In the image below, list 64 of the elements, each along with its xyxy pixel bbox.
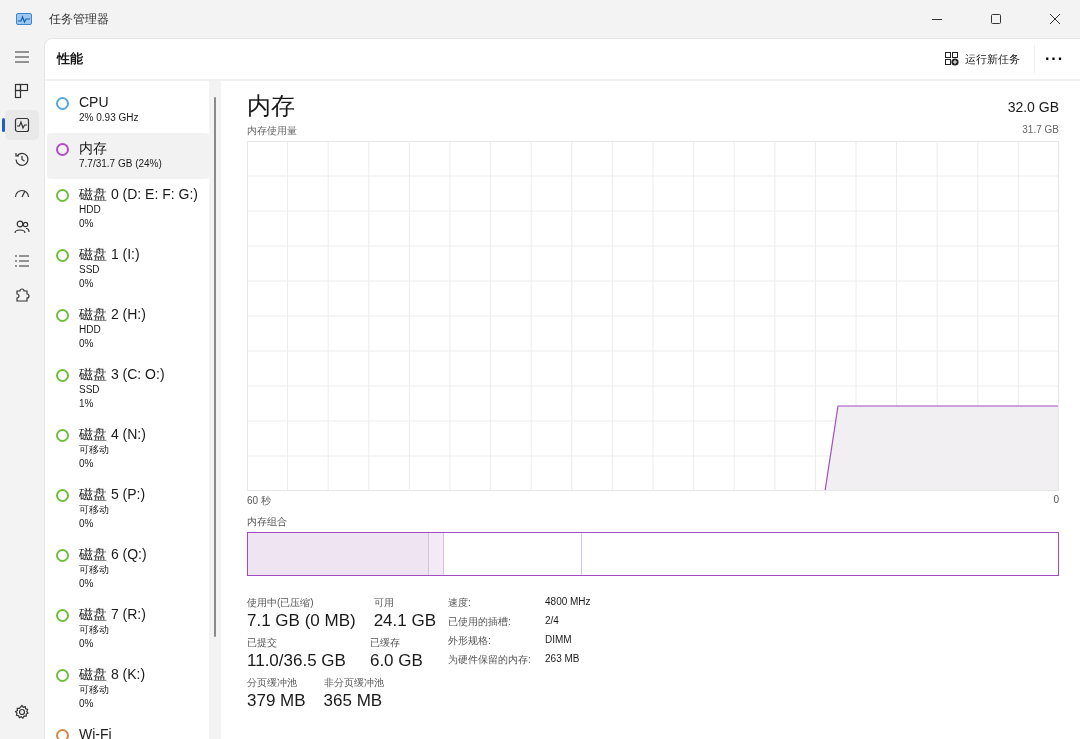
stat-value: 11.0/36.5 GB	[247, 650, 346, 672]
more-button[interactable]: ···	[1035, 48, 1074, 70]
maximize-icon[interactable]	[991, 14, 1001, 24]
device-name: 磁盘 5 (P:)	[79, 486, 146, 503]
property-value: 4800 MHz	[545, 596, 591, 609]
property-value: 263 MB	[545, 653, 581, 666]
window-title: 任务管理器	[49, 10, 109, 28]
device-name: 磁盘 3 (C: O:)	[79, 366, 165, 383]
close-icon[interactable]	[1050, 14, 1060, 24]
device-detail: 可移动	[79, 503, 110, 517]
device-detail: SSD	[79, 263, 101, 277]
graph-max-label: 31.7 GB	[1022, 124, 1059, 137]
property-value: 2/4	[545, 615, 560, 628]
stat-value: 365 MB	[323, 690, 384, 712]
device-item[interactable]: CPU 2% 0.93 GHz	[47, 87, 209, 133]
axis-label: 0	[1053, 494, 1059, 507]
device-detail: 可移动	[79, 443, 110, 457]
device-name: 磁盘 1 (I:)	[79, 246, 140, 263]
run-new-task-button[interactable]: 运行新任务	[939, 47, 1026, 71]
stat-value: 24.1 GB	[373, 610, 436, 632]
stat-label: 已提交	[247, 636, 278, 650]
grid-plus-icon	[945, 52, 959, 66]
total-memory: 32.0 GB	[1007, 99, 1059, 115]
minimize-icon[interactable]	[932, 18, 942, 20]
property-label: 速度:	[448, 596, 472, 610]
stat-label: 非分页缓冲池	[323, 676, 384, 690]
app-icon	[16, 13, 32, 25]
device-name: 磁盘 6 (Q:)	[79, 546, 147, 563]
property-label: 已使用的插槽:	[448, 615, 512, 629]
device-name: Wi-Fi	[79, 726, 112, 739]
device-name: 内存	[79, 140, 108, 157]
page-title: 性能	[57, 50, 83, 68]
device-detail: 可移动	[79, 683, 110, 697]
property-label: 为硬件保留的内存:	[448, 653, 532, 667]
pulse-icon[interactable]	[5, 110, 39, 140]
device-detail: SSD	[79, 383, 101, 397]
device-detail: 可移动	[79, 563, 110, 577]
device-detail: 可移动	[79, 623, 110, 637]
device-name: 磁盘 2 (H:)	[79, 306, 146, 323]
stat-value: 7.1 GB (0 MB)	[247, 610, 356, 632]
property-value: DIMM	[545, 634, 573, 647]
graph-label: 内存使用量	[247, 124, 297, 138]
memory-title: 内存	[247, 91, 295, 121]
device-detail: HDD	[79, 203, 102, 217]
stat-value: 379 MB	[247, 690, 306, 712]
device-name: 磁盘 4 (N:)	[79, 426, 146, 443]
device-name: 磁盘 8 (K:)	[79, 666, 146, 683]
device-item[interactable]: 内存 7.7/31.7 GB (24%)	[47, 133, 209, 179]
device-detail: 2% 0.93 GHz	[79, 111, 139, 125]
device-name: 磁盘 7 (R:)	[79, 606, 146, 623]
device-name: CPU	[79, 94, 110, 111]
stat-label: 分页缓冲池	[247, 676, 298, 690]
device-name: 磁盘 0 (D: E: F: G:)	[79, 186, 198, 203]
device-detail: 7.7/31.7 GB (24%)	[79, 157, 162, 171]
property-label: 外形规格:	[448, 634, 492, 648]
device-item[interactable]: Wi-Fi	[47, 719, 209, 739]
axis-label: 60 秒	[247, 494, 271, 508]
stat-label: 可用	[373, 596, 395, 610]
stat-label: 使用中(已压缩)	[247, 596, 315, 610]
composition-label: 内存组合	[247, 515, 288, 529]
scrollbar-thumb[interactable]	[214, 97, 216, 637]
device-detail: HDD	[79, 323, 102, 337]
stat-label: 已缓存	[369, 636, 401, 650]
stat-value: 6.0 GB	[369, 650, 423, 672]
